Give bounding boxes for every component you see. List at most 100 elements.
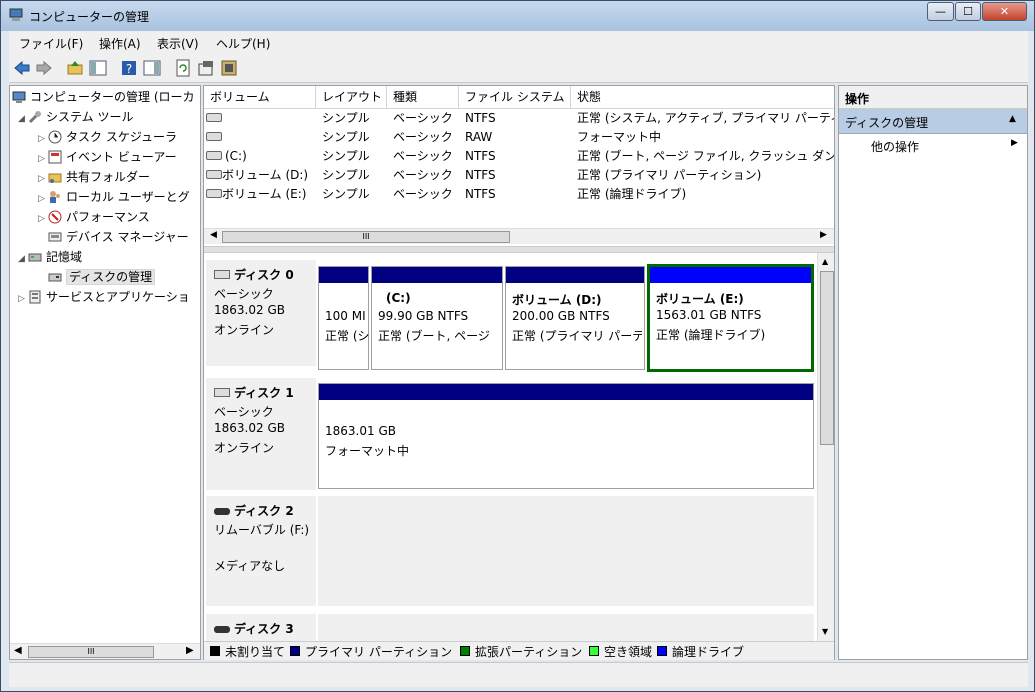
collapsed-twisty-icon[interactable]: ▷ xyxy=(38,210,48,229)
scroll-left-arrow-icon[interactable]: ◀ xyxy=(210,230,217,240)
show-hide-action-pane-icon[interactable] xyxy=(143,59,161,77)
device-manager-icon xyxy=(48,232,62,242)
status-bar xyxy=(9,662,1028,687)
disk-management-icon xyxy=(48,273,62,282)
close-button[interactable]: ✕ xyxy=(982,2,1027,21)
tree-item-services-applications[interactable]: ▷ サービスとアプリケーショ xyxy=(18,288,190,307)
removable-disk-icon xyxy=(214,626,230,633)
disk-0-label[interactable]: ディスク 0 ベーシック 1863.02 GB オンライン xyxy=(206,260,316,366)
computer-management-icon xyxy=(12,91,26,103)
disk-graphical-view: ディスク 0 ベーシック 1863.02 GB オンライン 100 MI 正常 … xyxy=(204,253,834,641)
tree-item-local-users-groups[interactable]: ▷ ローカル ユーザーとグ xyxy=(38,188,190,207)
volume-row[interactable]: シンプル ベーシック RAW フォーマット中 xyxy=(204,128,834,147)
disk-icon xyxy=(214,270,230,279)
menu-help[interactable]: ヘルプ(H) xyxy=(216,35,270,52)
tree-item-task-scheduler[interactable]: ▷ タスク スケジューラ xyxy=(38,128,177,147)
scroll-right-arrow-icon[interactable]: ▶ xyxy=(820,230,827,240)
scroll-thumb[interactable] xyxy=(820,271,834,445)
col-volume[interactable]: ボリューム xyxy=(204,86,316,108)
disk-3-label[interactable]: ディスク 3 xyxy=(206,614,316,641)
tree-horizontal-scrollbar[interactable]: ◀ III ▶ xyxy=(10,643,200,659)
collapsed-twisty-icon[interactable]: ▷ xyxy=(38,150,48,169)
toolbar: ? xyxy=(9,53,1028,83)
up-folder-icon[interactable] xyxy=(66,59,84,77)
refresh-icon[interactable] xyxy=(174,59,192,77)
menu-file[interactable]: ファイル(F) xyxy=(19,35,83,52)
scroll-right-arrow-icon[interactable]: ▶ xyxy=(186,645,194,656)
col-layout[interactable]: レイアウト xyxy=(316,86,387,108)
partition-system-reserved[interactable]: 100 MI 正常 (シ xyxy=(318,266,369,370)
properties-icon[interactable] xyxy=(197,59,215,77)
collapse-arrow-icon[interactable]: ▲ xyxy=(1009,114,1016,124)
removable-disk-icon xyxy=(214,508,230,515)
collapsed-twisty-icon[interactable]: ▷ xyxy=(38,190,48,209)
volume-icon xyxy=(206,113,222,122)
tree-item-disk-management[interactable]: ディスクの管理 xyxy=(48,268,156,287)
actions-more-actions[interactable]: 他の操作 ▶ xyxy=(839,134,1027,156)
disk-3-empty-area xyxy=(318,614,814,641)
partition-e-selected[interactable]: ボリューム (E:) 1563.01 GB NTFS 正常 (論理ドライブ) xyxy=(647,264,814,372)
scroll-left-arrow-icon[interactable]: ◀ xyxy=(14,645,22,656)
collapsed-twisty-icon[interactable]: ▷ xyxy=(38,170,48,189)
volume-icon xyxy=(206,132,222,141)
collapsed-twisty-icon[interactable]: ▷ xyxy=(38,130,48,149)
expanded-twisty-icon[interactable]: ◢ xyxy=(18,110,28,129)
title-bar: コンピューターの管理 — ☐ ✕ xyxy=(1,1,1034,31)
col-type[interactable]: 種類 xyxy=(387,86,459,108)
submenu-arrow-icon: ▶ xyxy=(1011,138,1018,148)
minimize-button[interactable]: — xyxy=(927,2,954,21)
legend-swatch-primary xyxy=(290,646,300,656)
menu-view[interactable]: 表示(V) xyxy=(157,35,199,52)
partition-c[interactable]: (C:) 99.90 GB NTFS 正常 (ブート, ページ xyxy=(371,266,503,370)
actions-section-disk-management[interactable]: ディスクの管理 ▲ xyxy=(839,109,1027,134)
back-arrow-icon[interactable] xyxy=(13,59,31,77)
users-icon xyxy=(50,191,60,203)
menu-action[interactable]: 操作(A) xyxy=(99,35,141,52)
help-icon[interactable]: ? xyxy=(120,59,138,77)
actions-header: 操作 xyxy=(839,86,1027,109)
actions-pane: 操作 ディスクの管理 ▲ 他の操作 ▶ xyxy=(838,85,1028,660)
volume-list-horizontal-scrollbar[interactable]: ◀ III ▶ xyxy=(204,228,834,244)
tree-item-computer-management[interactable]: コンピューターの管理 (ローカ xyxy=(12,88,195,107)
tree-item-storage[interactable]: ◢ 記憶域 xyxy=(18,248,82,267)
graphical-view-vertical-scrollbar[interactable]: ▲ ▼ xyxy=(817,253,834,641)
disk-2-label[interactable]: ディスク 2 リムーバブル (F:) メディアなし xyxy=(206,496,316,606)
expanded-twisty-icon[interactable]: ◢ xyxy=(18,250,28,269)
partition-d[interactable]: ボリューム (D:) 200.00 GB NTFS 正常 (プライマリ パーテ xyxy=(505,266,645,370)
forward-arrow-icon[interactable] xyxy=(35,59,53,77)
scroll-up-arrow-icon[interactable]: ▲ xyxy=(822,257,828,266)
clock-icon xyxy=(48,130,62,144)
disk-2-empty-area xyxy=(318,496,814,606)
col-status[interactable]: 状態 xyxy=(571,86,834,108)
pane-splitter[interactable] xyxy=(204,246,834,253)
disk-1-label[interactable]: ディスク 1 ベーシック 1863.02 GB オンライン xyxy=(206,378,316,490)
scroll-thumb[interactable]: III xyxy=(222,231,510,243)
scroll-down-arrow-icon[interactable]: ▼ xyxy=(822,627,828,636)
maximize-button[interactable]: ☐ xyxy=(955,2,981,21)
tools-icon xyxy=(28,111,41,124)
tree-item-system-tools[interactable]: ◢ システム ツール xyxy=(18,108,133,127)
legend-swatch-unallocated xyxy=(210,646,220,656)
scroll-thumb[interactable]: III xyxy=(28,646,154,658)
disk-icon xyxy=(214,388,230,397)
tree-item-event-viewer[interactable]: ▷ イベント ビューアー xyxy=(38,148,177,167)
console-tree: コンピューターの管理 (ローカ ◢ システム ツール ▷ タスク スケジューラ ▷ イ… xyxy=(9,85,201,660)
volume-row[interactable]: (C:) シンプル ベーシック NTFS 正常 (ブート, ページ ファイル, … xyxy=(204,147,834,166)
legend-swatch-free xyxy=(589,646,599,656)
tree-item-device-manager[interactable]: デバイス マネージャー xyxy=(48,228,189,247)
svg-text:?: ? xyxy=(126,62,132,76)
partition-disk1-formatting[interactable]: 1863.01 GB フォーマット中 xyxy=(318,383,814,489)
disk-settings-icon[interactable] xyxy=(220,59,238,77)
volume-row[interactable]: ボリューム (E:) シンプル ベーシック NTFS 正常 (論理ドライブ) xyxy=(204,185,834,204)
tree-item-shared-folders[interactable]: ▷ 共有フォルダー xyxy=(38,168,150,187)
center-pane: ボリューム レイアウト 種類 ファイル システム 状態 シンプル ベーシック N… xyxy=(203,85,835,660)
collapsed-twisty-icon[interactable]: ▷ xyxy=(18,290,28,309)
volume-list: ボリューム レイアウト 種類 ファイル システム 状態 シンプル ベーシック N… xyxy=(204,86,834,246)
col-filesystem[interactable]: ファイル システム xyxy=(459,86,571,108)
volume-row[interactable]: シンプル ベーシック NTFS 正常 (システム, アクティブ, プライマリ パ… xyxy=(204,109,834,128)
tree-item-performance[interactable]: ▷ パフォーマンス xyxy=(38,208,150,227)
volume-row[interactable]: ボリューム (D:) シンプル ベーシック NTFS 正常 (プライマリ パーテ… xyxy=(204,166,834,185)
show-hide-tree-icon[interactable] xyxy=(89,59,107,77)
services-icon xyxy=(29,290,41,304)
window: コンピューターの管理 — ☐ ✕ ファイル(F) 操作(A) 表示(V) ヘルプ… xyxy=(0,0,1035,692)
